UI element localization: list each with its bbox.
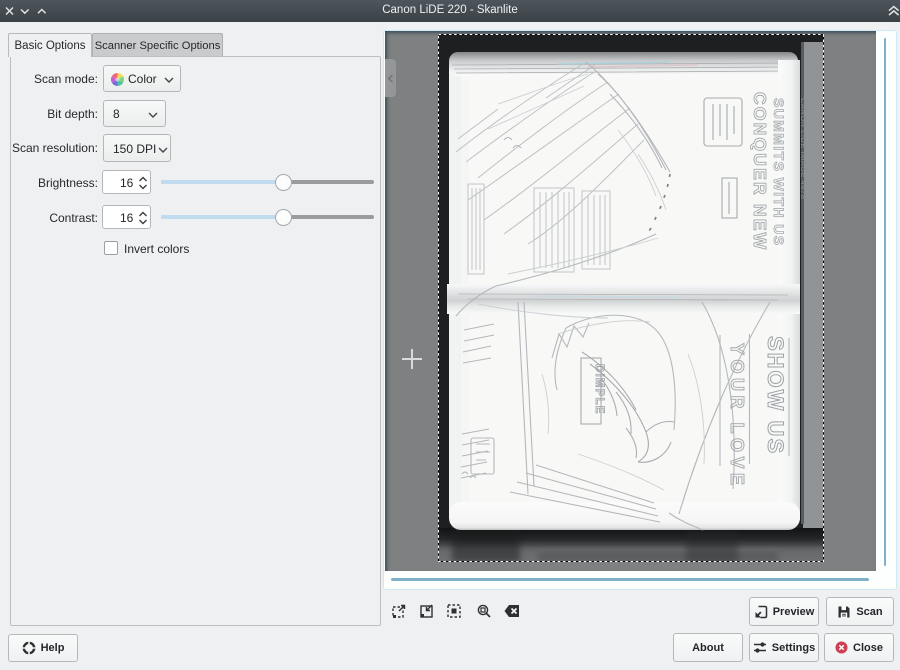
svg-text:DIMPLE: DIMPLE	[593, 364, 605, 415]
svg-text:SUMMITS WITH US: SUMMITS WITH US	[771, 98, 787, 247]
svg-text:CANON LIDE IMAGE 4678: CANON LIDE IMAGE 4678	[799, 98, 808, 199]
svg-text:YOUR LOVE: YOUR LOVE	[727, 343, 747, 490]
svg-text:CONQUER NEW: CONQUER NEW	[750, 92, 770, 251]
svg-text:SHOW US: SHOW US	[763, 336, 788, 455]
